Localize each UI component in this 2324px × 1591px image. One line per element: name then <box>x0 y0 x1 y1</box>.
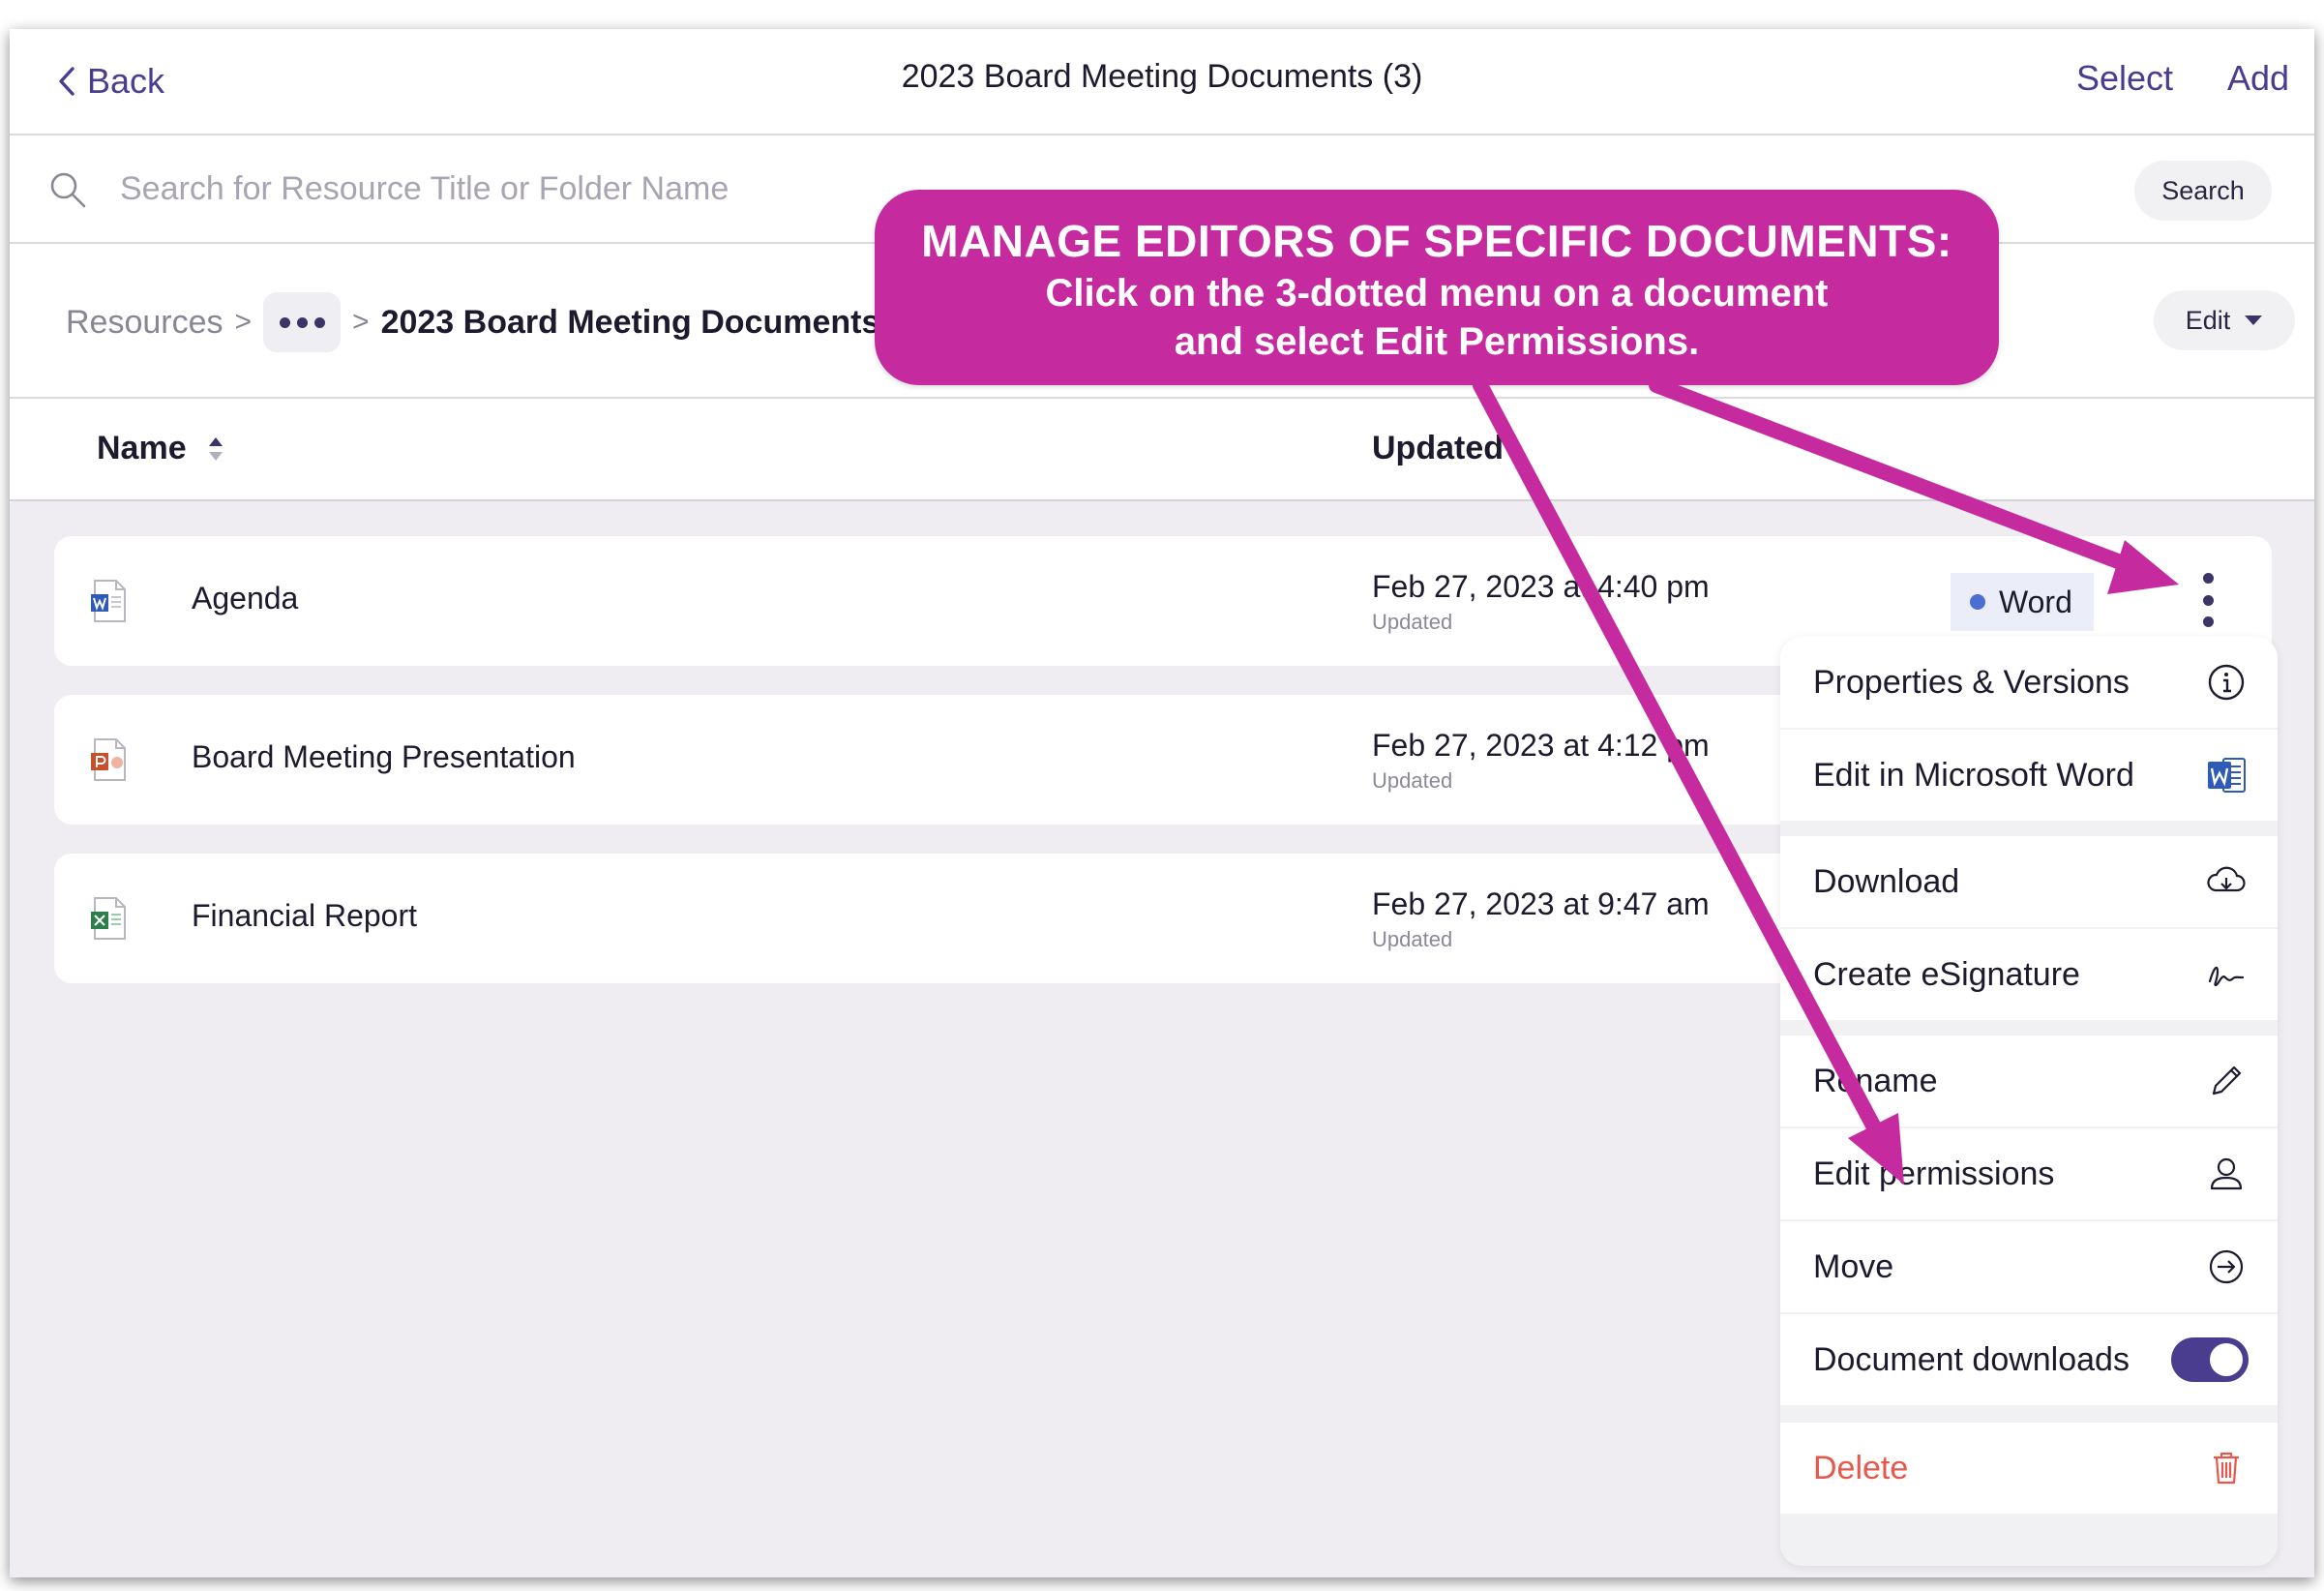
menu-item-label: Properties & Versions <box>1813 663 2130 701</box>
document-updated-date: Feb 27, 2023 at 9:47 am <box>1372 886 1710 921</box>
breadcrumb-separator: > <box>352 306 370 338</box>
info-icon <box>2208 664 2245 701</box>
page-title-text: 2023 Board Meeting Documents (3) <box>901 58 1423 95</box>
badge-dot-icon <box>1970 594 1985 610</box>
edit-label: Edit <box>2185 305 2231 335</box>
menu-item-label: Delete <box>1813 1449 1909 1486</box>
dot-icon <box>2202 616 2214 627</box>
sort-icon <box>208 436 223 461</box>
signature-icon <box>2208 966 2245 987</box>
menu-item-label: Move <box>1813 1247 1894 1285</box>
callout-line-1: Click on the 3-dotted menu on a document <box>1045 272 1829 315</box>
instruction-callout: MANAGE EDITORS OF SPECIFIC DOCUMENTS: Cl… <box>875 190 1999 385</box>
menu-item-label: Download <box>1813 862 1960 900</box>
menu-item-create-esignature[interactable]: Create eSignature <box>1780 929 2278 1020</box>
dot-icon <box>296 316 308 328</box>
dot-icon <box>2202 594 2214 606</box>
document-updated-caption: Updated <box>1372 768 1453 793</box>
more-options-button[interactable] <box>2190 573 2225 627</box>
document-updated-date: Feb 27, 2023 at 4:40 pm <box>1372 569 1710 604</box>
dot-icon <box>313 316 325 328</box>
add-button[interactable]: Add <box>2227 58 2289 99</box>
dot-icon <box>2202 573 2214 584</box>
callout-line-2: and select Edit Permissions. <box>1174 320 1700 363</box>
menu-item-document-downloads: Document downloads <box>1780 1314 2278 1405</box>
breadcrumb-current: 2023 Board Meeting Documents <box>380 303 880 341</box>
menu-item-label: Rename <box>1813 1062 1938 1099</box>
document-updated-date: Feb 27, 2023 at 4:12 pm <box>1372 728 1710 763</box>
excel-file-icon <box>91 897 126 940</box>
menu-item-properties-versions[interactable]: Properties & Versions <box>1780 637 2278 728</box>
breadcrumb: Resources > > 2023 Board Meeting Documen… <box>66 292 879 352</box>
powerpoint-file-icon <box>91 738 126 781</box>
caret-down-icon <box>2245 315 2263 325</box>
menu-item-label: Document downloads <box>1813 1340 2130 1378</box>
trash-icon <box>2214 1452 2239 1485</box>
edit-dropdown-button[interactable]: Edit <box>2154 290 2295 350</box>
document-name: Financial Report <box>192 898 417 933</box>
word-icon <box>2208 758 2246 793</box>
menu-item-move[interactable]: Move <box>1780 1221 2278 1312</box>
menu-item-label: Create eSignature <box>1813 955 2080 993</box>
top-nav-bar: Back 2023 Board Meeting Documents (3) Se… <box>10 29 2314 135</box>
menu-item-label: Edit permissions <box>1813 1155 2055 1192</box>
breadcrumb-resources[interactable]: Resources <box>66 304 223 342</box>
page-title: 2023 Board Meeting Documents (3) <box>10 58 2314 96</box>
file-type-badge: Word <box>1951 573 2094 631</box>
callout-body: Click on the 3-dotted menu on a document… <box>875 269 1999 366</box>
menu-item-edit-permissions[interactable]: Edit permissions <box>1780 1128 2278 1219</box>
document-name: Board Meeting Presentation <box>192 739 576 774</box>
breadcrumb-separator: > <box>234 306 253 338</box>
breadcrumb-more-button[interactable] <box>263 292 342 352</box>
pencil-icon <box>2212 1066 2242 1096</box>
column-name-label: Name <box>97 430 187 466</box>
person-icon <box>2210 1157 2243 1190</box>
file-type-label: Word <box>1999 584 2072 619</box>
menu-item-delete[interactable]: Delete <box>1780 1423 2278 1514</box>
document-name: Agenda <box>192 581 299 615</box>
document-updated-caption: Updated <box>1372 610 1453 634</box>
callout-title: MANAGE EDITORS OF SPECIFIC DOCUMENTS: <box>921 216 1952 266</box>
arrow-circle-icon <box>2209 1249 2244 1284</box>
context-menu: Properties & Versions Edit in Microsoft … <box>1780 637 2278 1566</box>
document-updated-caption: Updated <box>1372 927 1453 951</box>
cloud-download-icon <box>2207 866 2246 892</box>
select-button[interactable]: Select <box>2076 58 2173 99</box>
menu-item-label: Edit in Microsoft Word <box>1813 756 2134 794</box>
menu-item-edit-in-word[interactable]: Edit in Microsoft Word <box>1780 730 2278 821</box>
column-updated-label[interactable]: Updated <box>1372 430 1504 467</box>
column-header: Name Updated <box>10 399 2314 501</box>
menu-item-rename[interactable]: Rename <box>1780 1036 2278 1126</box>
word-file-icon <box>91 580 126 622</box>
column-name-sort[interactable]: Name <box>97 430 225 467</box>
document-downloads-toggle[interactable] <box>2171 1337 2249 1382</box>
dot-icon <box>279 316 290 328</box>
menu-item-download[interactable]: Download <box>1780 836 2278 927</box>
search-button[interactable]: Search <box>2134 161 2272 221</box>
search-icon <box>50 172 86 208</box>
